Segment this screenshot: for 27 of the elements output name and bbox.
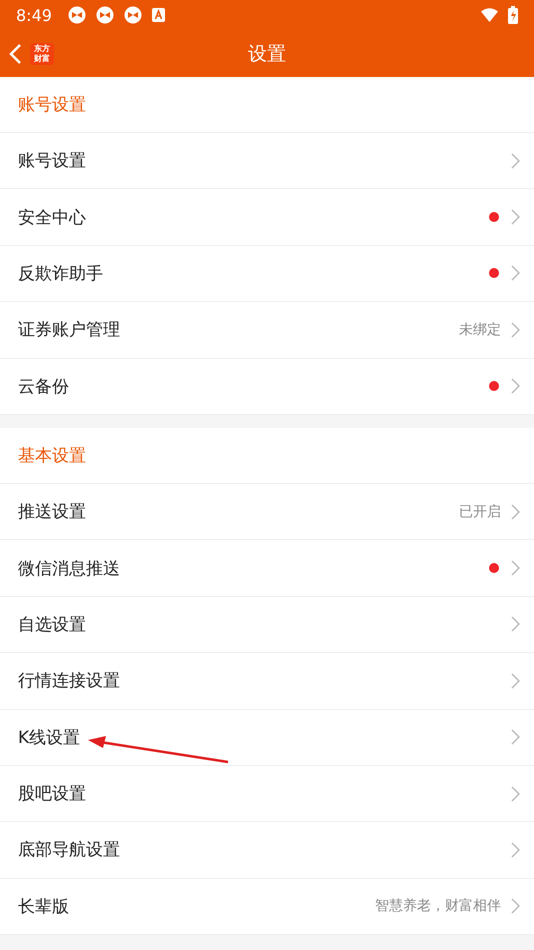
status-time: 8:49 — [16, 6, 52, 24]
app-notification-icon — [68, 6, 86, 24]
chevron-icon — [511, 504, 520, 520]
app-notification-icon — [124, 6, 142, 24]
chevron-icon — [511, 786, 520, 802]
keyboard-notification-icon — [152, 8, 165, 22]
chevron-icon — [511, 322, 520, 338]
chevron-icon — [511, 842, 520, 858]
chevron-icon — [511, 729, 520, 746]
chevron-icon — [511, 378, 520, 394]
app-logo: 东方 财富 — [30, 42, 54, 64]
battery-icon — [508, 6, 518, 24]
page-title: 设置 — [248, 42, 286, 66]
settings-row[interactable]: 云备份 — [0, 358, 534, 415]
settings-row[interactable]: 长辈版 智慧养老，财富相伴 — [0, 878, 534, 936]
chevron-icon — [511, 265, 520, 282]
settings-row[interactable]: 自选设置 — [0, 596, 534, 654]
app-notification-icon — [96, 6, 114, 24]
back-icon[interactable] — [8, 42, 22, 64]
settings-row[interactable]: K线设置 — [0, 710, 534, 766]
chevron-icon — [511, 616, 520, 632]
wifi-icon — [481, 8, 498, 22]
chevron-icon — [511, 898, 520, 914]
chevron-icon — [511, 560, 520, 576]
chevron-icon — [511, 152, 520, 169]
chevron-icon — [511, 672, 520, 689]
chevron-icon — [511, 209, 520, 226]
